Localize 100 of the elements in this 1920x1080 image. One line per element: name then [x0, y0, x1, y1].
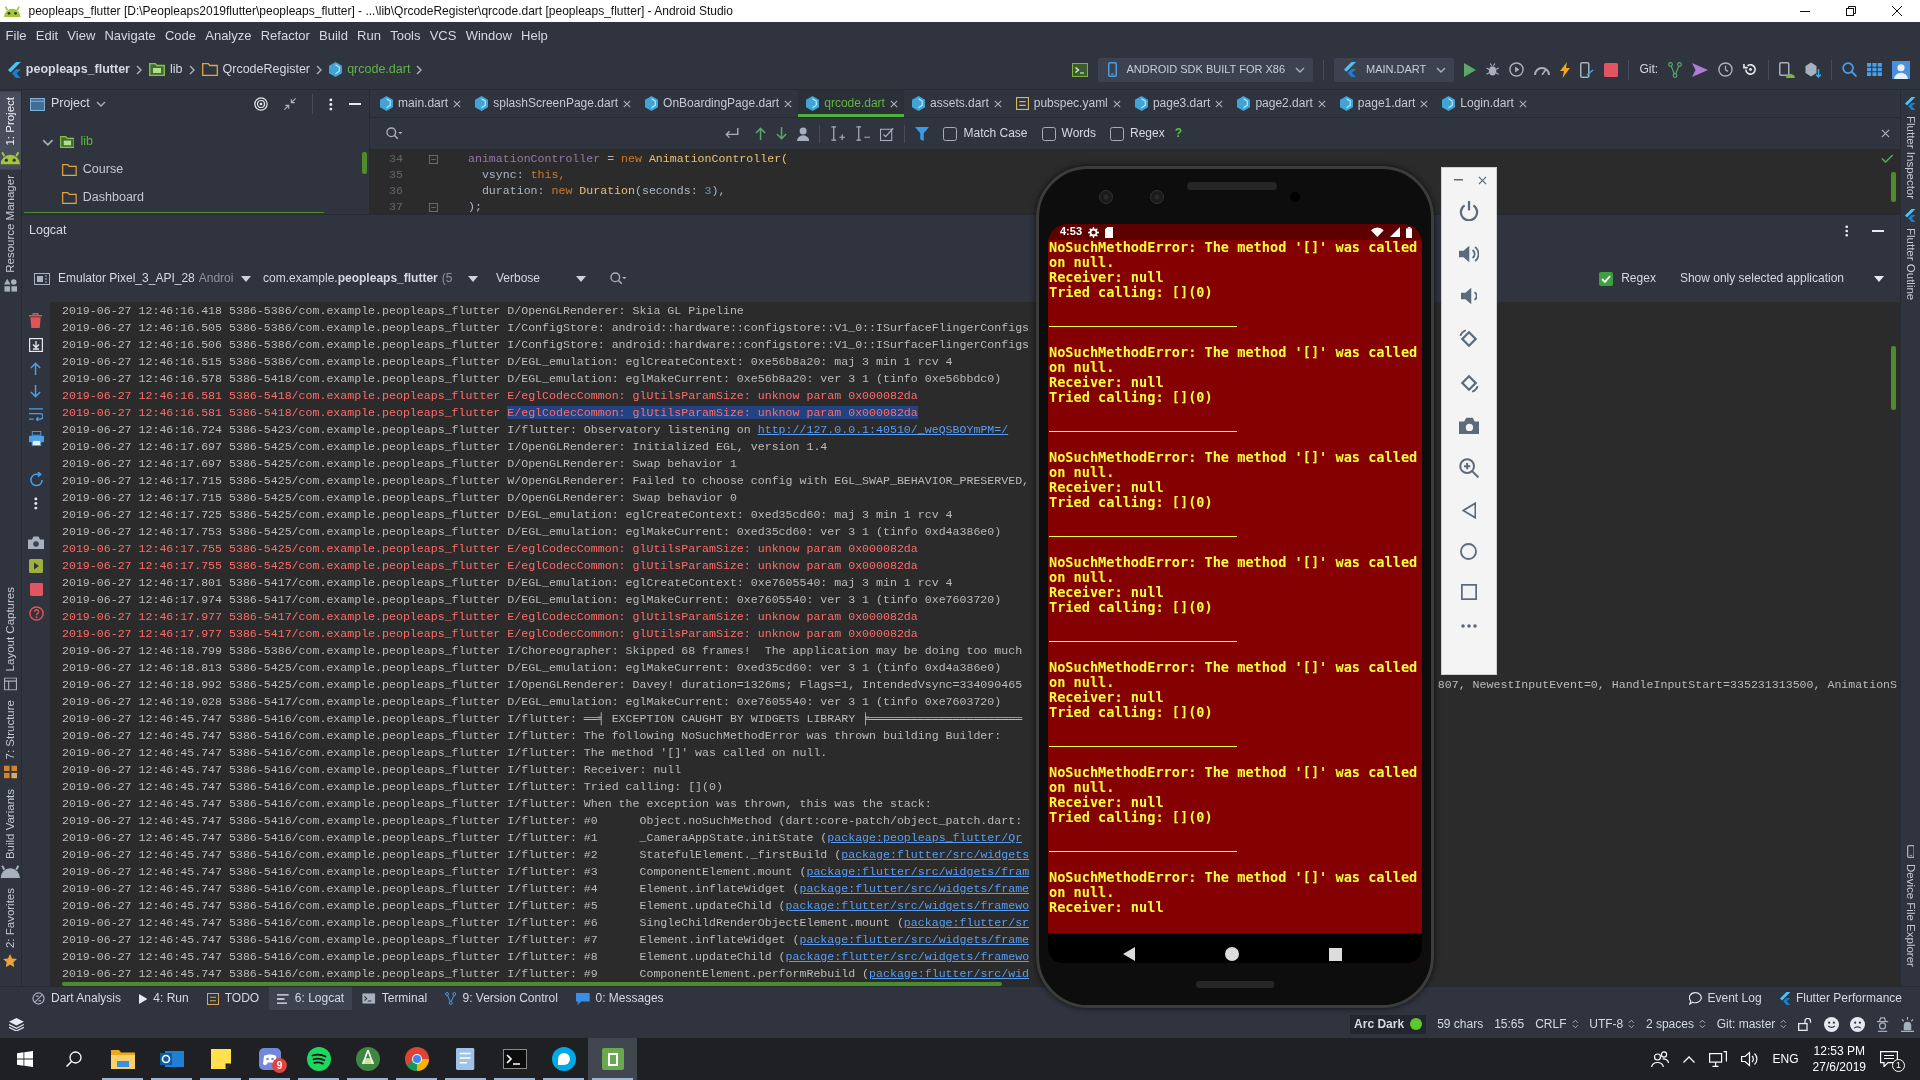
process-dropdown[interactable]: com.example.peopleaps_flutter (5 — [263, 266, 478, 291]
editor-tab[interactable]: OnBoardingPage.dart — [636, 90, 799, 117]
tool-window-tab[interactable]: Build Variants — [0, 783, 21, 883]
camera-icon[interactable] — [1458, 417, 1480, 434]
restore-icon[interactable] — [1846, 6, 1856, 16]
log-link[interactable]: package:flutter/src/widgets/framewo — [785, 950, 1030, 963]
editor-tab[interactable]: main.dart — [372, 90, 468, 117]
scroll-to-end-icon[interactable] — [29, 338, 43, 352]
network-icon[interactable] — [1708, 1051, 1727, 1067]
tool-window-button[interactable]: 0: Messages — [567, 987, 672, 1010]
editor-tab[interactable]: pubspec.yaml — [1007, 90, 1127, 117]
tool-window-tab[interactable]: 1: Project — [0, 92, 21, 170]
filter-dropdown[interactable]: Show only selected application — [1679, 271, 1884, 286]
editor-tab[interactable]: page3.dart — [1126, 90, 1230, 117]
breadcrumb-item[interactable]: peopleaps_flutter — [8, 61, 130, 78]
home-icon[interactable] — [1225, 947, 1239, 961]
minimize-icon[interactable] — [1800, 10, 1810, 12]
play-circle-icon[interactable] — [1509, 62, 1525, 77]
volume-down-icon[interactable] — [1460, 287, 1478, 305]
chevron-up-icon[interactable] — [1682, 1055, 1695, 1063]
menu-item[interactable]: Refactor — [256, 25, 315, 47]
up-arrow-icon[interactable] — [30, 362, 42, 375]
checklist-icon[interactable] — [880, 126, 895, 141]
tree-item[interactable]: lib — [80, 134, 93, 150]
more-icon[interactable] — [1844, 225, 1848, 237]
menu-item[interactable]: Edit — [31, 25, 63, 47]
scrollbar-thumb[interactable] — [1891, 346, 1896, 410]
tool-window-button[interactable]: 6: Logcat — [269, 987, 353, 1010]
option-label[interactable]: Regex — [1129, 126, 1165, 141]
scrollbar-thumb[interactable] — [62, 982, 1002, 986]
play-icon[interactable] — [1464, 62, 1477, 77]
notification-icon[interactable] — [1880, 1051, 1898, 1067]
scrollbar-thumb[interactable] — [1891, 172, 1896, 202]
restart-icon[interactable] — [28, 472, 44, 487]
bug-icon[interactable] — [1486, 62, 1500, 77]
help-icon[interactable] — [28, 606, 44, 621]
more-icon[interactable] — [329, 97, 333, 111]
terminal-icon[interactable] — [1071, 62, 1088, 77]
scrollbar-thumb[interactable] — [24, 212, 324, 213]
tool-window-button[interactable]: 4: Run — [131, 987, 197, 1010]
person-icon[interactable] — [797, 126, 810, 141]
tool-window-button[interactable]: TODO — [198, 987, 268, 1010]
status-item[interactable]: 15:65 — [1494, 1016, 1525, 1032]
option-label[interactable]: Words — [1061, 126, 1096, 141]
menu-item[interactable]: Build — [314, 25, 353, 47]
volume-icon[interactable] — [1740, 1051, 1759, 1067]
checkbox[interactable] — [1599, 271, 1614, 286]
log-link[interactable]: package:flutter/src/wid — [869, 967, 1030, 980]
help-link[interactable]: ? — [1174, 126, 1182, 141]
stop-icon[interactable] — [1604, 62, 1619, 77]
down-arrow-icon[interactable] — [776, 127, 788, 140]
beacon-icon[interactable] — [1900, 1016, 1915, 1032]
fold-marker-icon[interactable] — [429, 202, 438, 212]
tool-window-button[interactable]: 9: Version Control — [437, 987, 566, 1010]
tool-window-tab[interactable]: Resource Manager — [0, 169, 21, 297]
more-icon[interactable] — [1461, 624, 1477, 628]
log-link[interactable]: package:flutter/src/widgets/frame — [799, 933, 1030, 946]
language-indicator[interactable]: ENG — [1772, 1051, 1799, 1067]
search-icon[interactable] — [610, 272, 627, 285]
camera-icon[interactable] — [28, 536, 44, 549]
menu-item[interactable]: Tools — [385, 25, 426, 47]
tree-item[interactable]: Course — [82, 162, 124, 178]
square-icon[interactable] — [1461, 584, 1477, 600]
tool-window-button[interactable]: Terminal — [354, 987, 436, 1010]
editor-tab[interactable]: assets.dart — [903, 90, 1008, 117]
tool-window-button[interactable]: Flutter Performance — [1771, 987, 1910, 1010]
trash-icon[interactable] — [29, 313, 43, 328]
tool-window-tab[interactable]: 7: Structure — [0, 695, 21, 784]
tool-window-tab[interactable]: Flutter Outline — [1901, 204, 1920, 306]
sad-face-icon[interactable] — [1849, 1016, 1865, 1032]
taskbar-button[interactable]: 9 — [245, 1038, 294, 1080]
close-icon[interactable] — [1892, 6, 1902, 16]
enter-icon[interactable] — [724, 128, 739, 139]
up-arrow-icon[interactable] — [755, 127, 767, 140]
printer-icon[interactable] — [28, 431, 44, 446]
menu-item[interactable]: Window — [461, 25, 517, 47]
start-menu-icon[interactable] — [16, 1051, 33, 1067]
log-link[interactable]: package:peopleaps_flutter/Qr — [827, 831, 1023, 844]
search-icon[interactable] — [65, 1051, 82, 1067]
editor-tab[interactable]: Login.dart — [1434, 90, 1533, 117]
tool-window-tab[interactable]: 2: Favorites — [0, 882, 21, 972]
checkbox[interactable] — [943, 126, 958, 141]
log-link[interactable]: package:flutter/src/widgets — [841, 848, 1030, 861]
target-icon[interactable] — [254, 97, 269, 111]
editor-tab[interactable]: splashScreenPage.dart — [467, 90, 637, 117]
checkbox[interactable] — [1109, 126, 1124, 141]
volume-up-icon[interactable] — [1458, 245, 1480, 263]
breadcrumb-item[interactable]: QrcodeRegister — [201, 61, 311, 78]
run-config-dropdown[interactable]: MAIN.DART — [1334, 57, 1455, 82]
gauge-icon[interactable] — [1534, 64, 1551, 75]
log-link[interactable]: package:flutter/src/widgets/frame — [799, 882, 1030, 895]
status-item[interactable]: 2 spaces — [1645, 1016, 1706, 1032]
tool-window-button[interactable]: Event Log — [1680, 987, 1770, 1010]
clock-icon[interactable] — [1718, 62, 1734, 77]
menu-item[interactable]: VCS — [425, 25, 462, 47]
option-label[interactable]: Regex — [1621, 271, 1656, 286]
wrap-icon[interactable] — [28, 408, 44, 421]
status-item[interactable]: 59 chars — [1437, 1016, 1484, 1032]
menu-item[interactable]: Navigate — [99, 25, 161, 47]
lightning-icon[interactable] — [1560, 61, 1571, 78]
